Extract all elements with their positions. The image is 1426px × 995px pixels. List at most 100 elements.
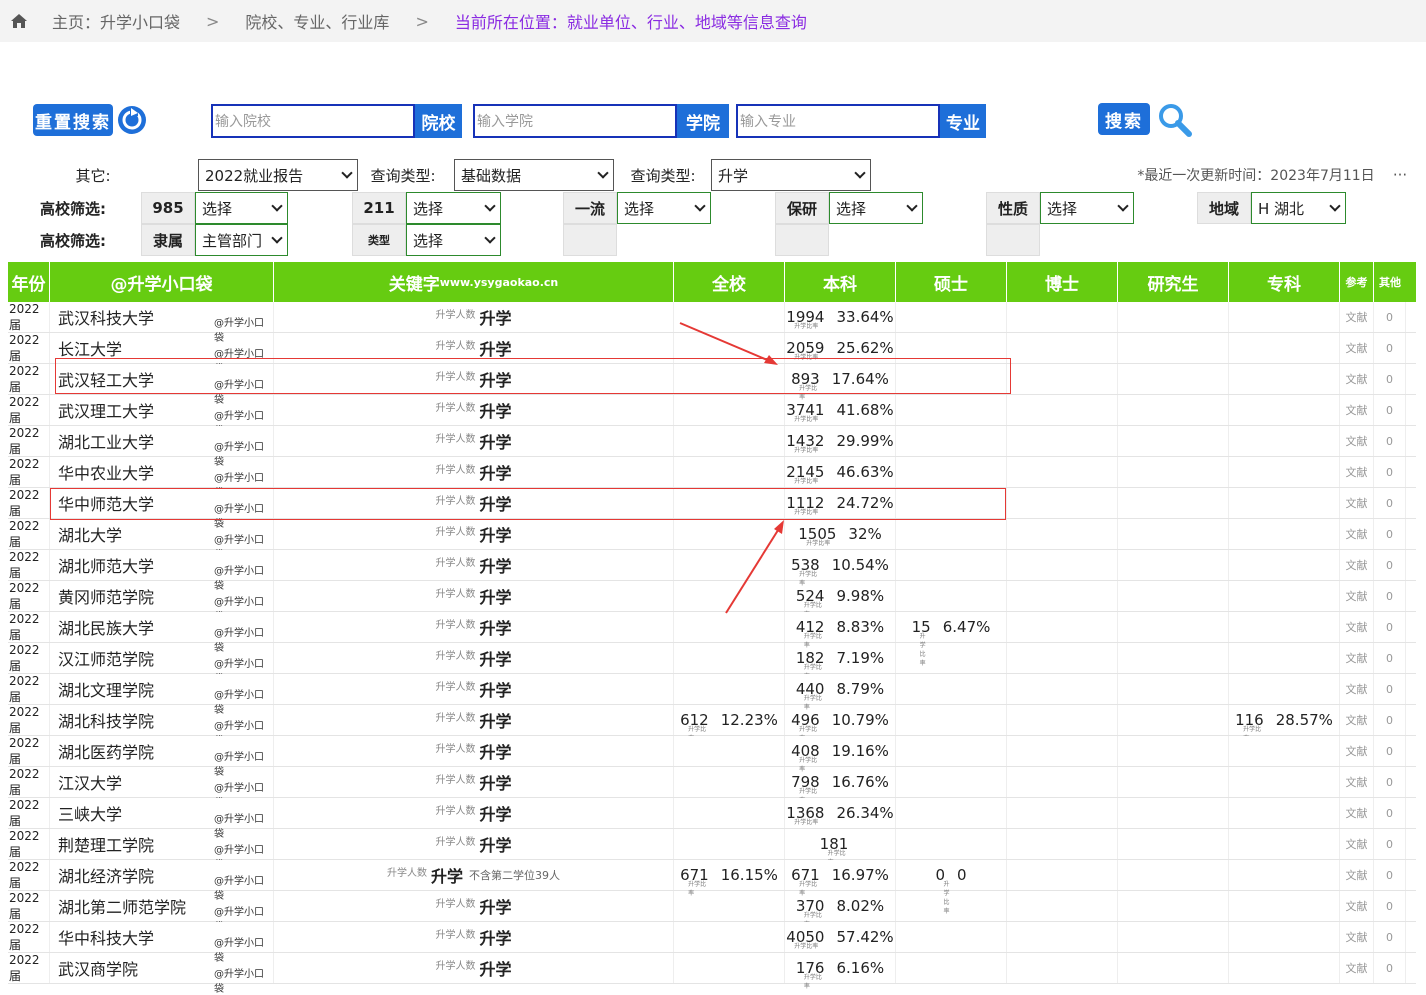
first-class-select[interactable]: 选择 [617,192,711,224]
breadcrumb-library[interactable]: 院校、专业、行业库 [245,9,389,33]
school-cell[interactable]: 武汉理工大学@升学小口袋 [50,395,274,437]
ref-link[interactable]: 文献 [1340,550,1374,580]
school-cell[interactable]: 三峡大学 @升学小口袋 [50,798,274,840]
school-cell[interactable]: 湖北工业大学 @升学小口袋 [50,426,274,468]
header-junior[interactable]: 专科 [1229,262,1340,302]
header-bachelor[interactable]: 本科 [785,262,896,302]
ref-link[interactable]: 文献 [1340,395,1374,425]
ref-link[interactable]: 文献 [1340,798,1374,828]
breadcrumb-home[interactable]: 主页：升学小口袋 [52,9,180,33]
ref-link[interactable]: 文献 [1340,705,1374,735]
school-cell[interactable]: 武汉商学院 @升学小口袋 [50,953,274,995]
school-name[interactable]: 华中农业大学 [58,460,154,484]
211-select[interactable]: 选择 [406,192,501,224]
985-select[interactable]: 选择 [195,192,288,224]
ref-link[interactable]: 文献 [1340,736,1374,766]
magnifier-icon[interactable] [1156,101,1194,139]
home-icon[interactable] [10,13,28,29]
header-graduate[interactable]: 研究生 [1118,262,1229,302]
school-cell[interactable]: 华中农业大学@升学小口袋 [50,457,274,499]
type-select[interactable]: 选择 [406,224,501,256]
ref-link[interactable]: 文献 [1340,922,1374,952]
school-cell[interactable]: 湖北第二师范学院@升学小口袋 [50,891,274,933]
more-icon[interactable]: ··· [1388,159,1412,191]
ref-link[interactable]: 文献 [1340,581,1374,611]
ref-link[interactable]: 文献 [1340,457,1374,487]
college-search-input[interactable]: 输入学院 [473,104,677,138]
baoyan-select[interactable]: 选择 [829,192,923,224]
school-cell[interactable]: 华中师范大学 @升学小口袋 [50,488,274,530]
school-name[interactable]: 湖北医药学院 [58,739,154,763]
school-cell[interactable]: 湖北大学@升学小口袋 [50,519,274,561]
school-name[interactable]: 黄冈师范学院 [58,584,154,608]
school-name[interactable]: 武汉商学院 [58,956,138,980]
refresh-icon[interactable] [116,104,148,136]
school-search-button[interactable]: 院校 [415,104,462,138]
school-name[interactable]: 湖北文理学院 [58,677,154,701]
school-cell[interactable]: 湖北民族大学 @升学小口袋 [50,612,274,654]
query-type2-select[interactable]: 升学 [711,159,871,191]
school-name[interactable]: 三峡大学 [58,801,122,825]
school-name[interactable]: 武汉理工大学 [58,398,154,422]
ref-link[interactable]: 文献 [1340,333,1374,363]
ref-link[interactable]: 文献 [1340,767,1374,797]
school-cell[interactable]: 黄冈师范学院@升学小口袋 [50,581,274,623]
school-name[interactable]: 长江大学 [58,336,122,360]
school-name[interactable]: 武汉科技大学 [58,305,154,329]
header-year[interactable]: 年份 [8,262,50,302]
search-button[interactable]: 搜索 [1098,103,1150,135]
major-search-input[interactable]: 输入专业 [736,104,940,138]
school-name[interactable]: 湖北大学 [58,522,122,546]
header-master[interactable]: 硕士 [896,262,1007,302]
school-name[interactable]: 华中科技大学 [58,925,154,949]
school-cell[interactable]: 汉江师范学院@升学小口袋 [50,643,274,685]
school-name[interactable]: 湖北第二师范学院 [58,894,186,918]
college-search-button[interactable]: 学院 [677,104,729,138]
school-name[interactable]: 湖北民族大学 [58,615,154,639]
ref-link[interactable]: 文献 [1340,891,1374,921]
header-phd[interactable]: 博士 [1007,262,1118,302]
ref-link[interactable]: 文献 [1340,643,1374,673]
ref-link[interactable]: 文献 [1340,829,1374,859]
school-cell[interactable]: 湖北经济学院 @升学小口袋 [50,860,274,902]
ref-link[interactable]: 文献 [1340,426,1374,456]
ref-link[interactable]: 文献 [1340,302,1374,332]
header-school[interactable]: @升学小口袋 [50,262,274,302]
school-cell[interactable]: 湖北师范大学 @升学小口袋 [50,550,274,592]
school-name[interactable]: 江汉大学 [58,770,122,794]
school-name[interactable]: 荆楚理工学院 [58,832,154,856]
header-all[interactable]: 全校 [674,262,785,302]
school-cell[interactable]: 华中科技大学 @升学小口袋 [50,922,274,964]
ref-link[interactable]: 文献 [1340,519,1374,549]
nature-select[interactable]: 选择 [1040,192,1134,224]
school-cell[interactable]: 湖北文理学院 @升学小口袋 [50,674,274,716]
school-cell[interactable]: 荆楚理工学院@升学小口袋 [50,829,274,871]
school-cell[interactable]: 湖北科技学院@升学小口袋 [50,705,274,747]
school-cell[interactable]: 武汉轻工大学 @升学小口袋 [50,364,274,406]
school-name[interactable]: 华中师范大学 [58,491,154,515]
school-cell[interactable]: 湖北医药学院 @升学小口袋 [50,736,274,778]
school-name[interactable]: 湖北师范大学 [58,553,154,577]
ref-link[interactable]: 文献 [1340,953,1374,983]
ref-link[interactable]: 文献 [1340,612,1374,642]
header-keyword[interactable]: 关键字 www.ysygaokao.cn [274,262,674,302]
school-name[interactable]: 武汉轻工大学 [58,367,154,391]
ref-link[interactable]: 文献 [1340,860,1374,890]
school-search-input[interactable]: 输入院校 [211,104,415,138]
affiliation-select[interactable]: 主管部门 [195,224,288,256]
region-select[interactable]: H 湖北 [1251,192,1346,224]
major-search-button[interactable]: 专业 [940,104,986,138]
school-name[interactable]: 湖北科技学院 [58,708,154,732]
school-name[interactable]: 汉江师范学院 [58,646,154,670]
school-cell[interactable]: 武汉科技大学 @升学小口袋 [50,302,274,344]
reset-search-button[interactable]: 重置搜索 [33,104,113,136]
school-cell[interactable]: 江汉大学@升学小口袋 [50,767,274,809]
query-type-select[interactable]: 基础数据 [454,159,614,191]
school-name[interactable]: 湖北经济学院 [58,863,154,887]
ref-link[interactable]: 文献 [1340,674,1374,704]
school-cell[interactable]: 长江大学@升学小口袋 [50,333,274,375]
ref-link[interactable]: 文献 [1340,364,1374,394]
report-select[interactable]: 2022就业报告 [198,159,358,191]
ref-link[interactable]: 文献 [1340,488,1374,518]
school-name[interactable]: 湖北工业大学 [58,429,154,453]
